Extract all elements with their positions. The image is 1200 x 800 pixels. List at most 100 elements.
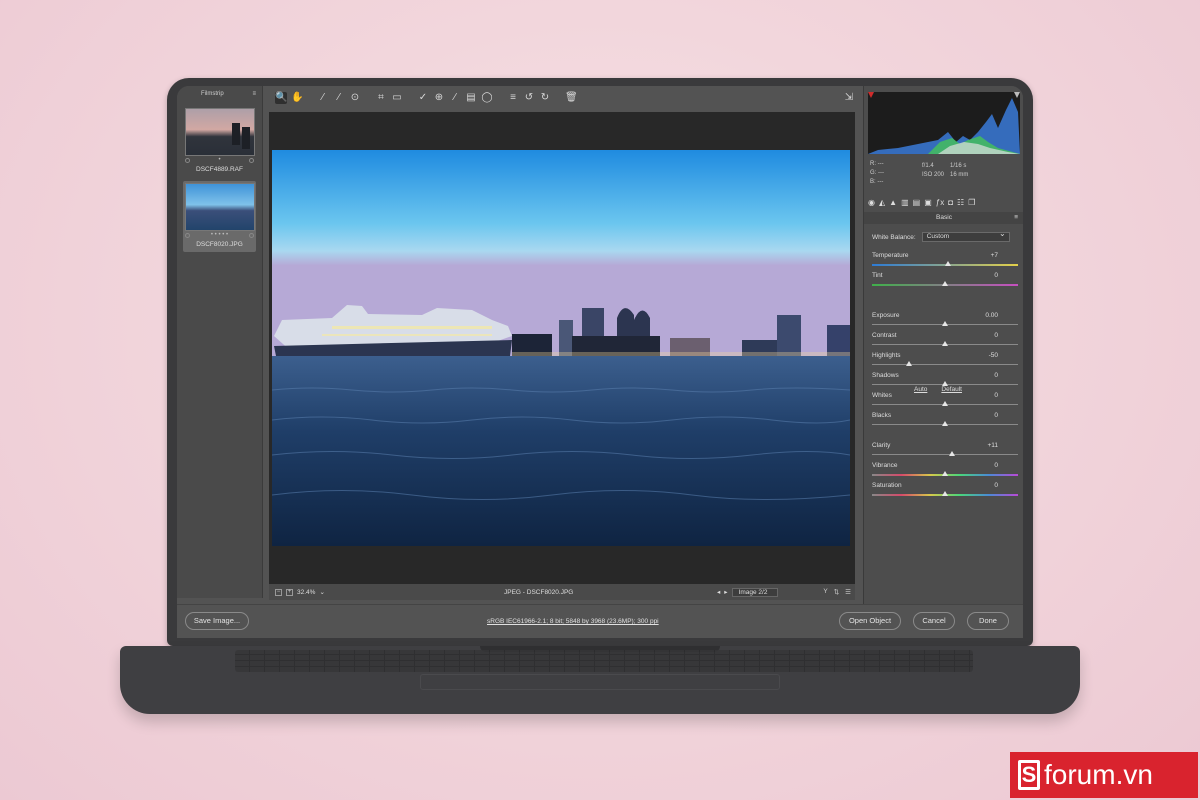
slider-value[interactable]: 0 [994, 372, 998, 379]
exif-info: R: --- G: --- B: --- f/1.4 1/16 s ISO 200… [868, 158, 1020, 192]
zoom-out-icon[interactable]: − [275, 588, 282, 596]
slider-thumb[interactable] [942, 471, 948, 476]
slider-thumb[interactable] [942, 401, 948, 406]
before-after-icon[interactable]: Y [823, 588, 827, 596]
flag-icon[interactable] [185, 232, 190, 238]
slider-vibrance[interactable]: Vibrance 0 [872, 462, 1018, 480]
slider-whites[interactable]: Whites 0 [872, 392, 1018, 410]
slider-thumb[interactable] [942, 491, 948, 496]
radial-filter-icon[interactable]: ◯ [481, 92, 493, 104]
filmstrip-title: Filmstrip [201, 91, 224, 97]
slider-value[interactable]: 0 [994, 412, 998, 419]
rating-stars[interactable]: • [218, 157, 220, 163]
workflow-options-link[interactable]: sRGB IEC61966-2.1; 8 bit; 5848 by 3968 (… [487, 618, 659, 625]
basic-tab-icon[interactable]: ◉ [868, 198, 875, 207]
panel-menu-icon[interactable]: ≡ [1014, 212, 1018, 224]
save-image-button[interactable]: Save Image... [185, 612, 249, 630]
color-sampler-icon[interactable]: ⁄ [333, 92, 345, 104]
slider-clarity[interactable]: Clarity +11 [872, 442, 1018, 460]
slider-value[interactable]: 0 [994, 272, 998, 279]
slider-value[interactable]: +11 [987, 442, 998, 449]
preferences-icon[interactable]: ≡ [507, 92, 519, 104]
slider-thumb[interactable] [942, 281, 948, 286]
zoom-in-icon[interactable]: + [286, 588, 293, 596]
watermark-text: forum.vn [1044, 759, 1153, 790]
white-balance-row: White Balance: Custom [872, 230, 1018, 242]
slider-thumb[interactable] [942, 341, 948, 346]
adjustment-brush-icon[interactable]: ∕ [449, 92, 461, 104]
filmstrip-menu-icon[interactable]: ≡ [252, 91, 256, 97]
lens-tab-icon[interactable]: ▣ [924, 198, 932, 207]
snapshots-tab-icon[interactable]: ❐ [968, 198, 975, 207]
settings-icon[interactable]: ☰ [845, 588, 851, 596]
filmstrip-item[interactable]: • • • • • DSCF8020.JPG [183, 181, 256, 252]
badge-icon [248, 232, 254, 238]
slider-blacks[interactable]: Blacks 0 [872, 412, 1018, 430]
slider-contrast[interactable]: Contrast 0 [872, 332, 1018, 350]
camera-calibration-tab-icon[interactable]: ◘ [948, 198, 953, 207]
white-balance-select[interactable]: Custom [921, 230, 1010, 242]
done-button[interactable]: Done [967, 612, 1009, 630]
slider-thumb[interactable] [942, 421, 948, 426]
targeted-adjustment-icon[interactable]: ⊙ [349, 92, 361, 104]
next-image-icon[interactable]: ▸ [724, 588, 727, 596]
graduated-filter-icon[interactable]: ▤ [465, 92, 477, 104]
effects-tab-icon[interactable]: ƒx [936, 198, 944, 207]
hsl-tab-icon[interactable]: ▥ [901, 198, 909, 207]
slider-value[interactable]: 0.00 [985, 312, 998, 319]
thumbnail-image[interactable] [185, 108, 255, 156]
slider-thumb[interactable] [942, 321, 948, 326]
detail-tab-icon[interactable]: ▲ [889, 198, 897, 207]
open-preferences-icon[interactable]: ⇲ [843, 92, 855, 104]
image-canvas[interactable] [269, 112, 855, 584]
slider-saturation[interactable]: Saturation 0 [872, 482, 1018, 500]
split-toning-tab-icon[interactable]: ▤ [913, 198, 921, 207]
tone-curve-tab-icon[interactable]: ◭ [879, 198, 885, 207]
slider-value[interactable]: 0 [994, 392, 998, 399]
white-balance-icon[interactable]: ⁄ [317, 92, 329, 104]
thumbnail-filename: DSCF4889.RAF [196, 166, 243, 173]
straighten-icon[interactable]: ▭ [391, 92, 403, 104]
flag-icon[interactable] [185, 157, 190, 163]
red-eye-icon[interactable]: ⊕ [433, 92, 445, 104]
slider-label: Blacks [872, 412, 892, 419]
slider-thumb[interactable] [949, 451, 956, 456]
rotate-left-icon[interactable]: ↺ [523, 92, 535, 104]
slider-track[interactable] [872, 454, 1018, 455]
cancel-button[interactable]: Cancel [913, 612, 955, 630]
image-selector[interactable]: Image 2/2 [731, 587, 778, 597]
slider-track[interactable] [872, 364, 1018, 365]
zoom-controls: − + 32.4% ⌄ [275, 588, 325, 596]
thumbnail-image[interactable] [185, 183, 255, 231]
slider-temperature[interactable]: Temperature +7 [872, 252, 1018, 270]
slider-thumb[interactable] [944, 261, 951, 266]
iso: ISO 200 [922, 172, 945, 178]
chevron-down-icon[interactable]: ⌄ [319, 588, 324, 596]
crop-icon[interactable]: ⌗ [375, 92, 387, 104]
trash-icon[interactable]: 🗑 [565, 92, 578, 104]
swap-icon[interactable]: ⇅ [834, 588, 839, 596]
slider-value[interactable]: 0 [994, 462, 998, 469]
spot-removal-icon[interactable]: ✓ [417, 92, 429, 104]
slider-highlights[interactable]: Highlights -50 [872, 352, 1018, 370]
slider-value[interactable]: -50 [989, 352, 998, 359]
presets-tab-icon[interactable]: ☷ [957, 198, 964, 207]
slider-value[interactable]: 0 [994, 332, 998, 339]
slider-thumb[interactable] [942, 381, 948, 386]
slider-value[interactable]: +7 [991, 252, 998, 259]
rotate-right-icon[interactable]: ↻ [539, 92, 551, 104]
preview-photo[interactable] [272, 150, 850, 546]
filmstrip-item[interactable]: • DSCF4889.RAF [183, 106, 256, 177]
zoom-icon[interactable]: 🔍 [275, 92, 287, 104]
rating-stars[interactable]: • • • • • [211, 232, 228, 238]
hand-icon[interactable]: ✋ [291, 92, 303, 104]
previous-image-icon[interactable]: ◂ [717, 588, 720, 596]
open-object-button[interactable]: Open Object [839, 612, 901, 630]
filmstrip-header: Filmstrip ≡ [177, 86, 262, 102]
slider-tint[interactable]: Tint 0 [872, 272, 1018, 290]
slider-shadows[interactable]: Shadows 0 [872, 372, 1018, 390]
slider-value[interactable]: 0 [994, 482, 998, 489]
slider-exposure[interactable]: Exposure 0.00 [872, 312, 1018, 330]
slider-thumb[interactable] [905, 361, 912, 366]
zoom-level[interactable]: 32.4% [297, 589, 315, 596]
